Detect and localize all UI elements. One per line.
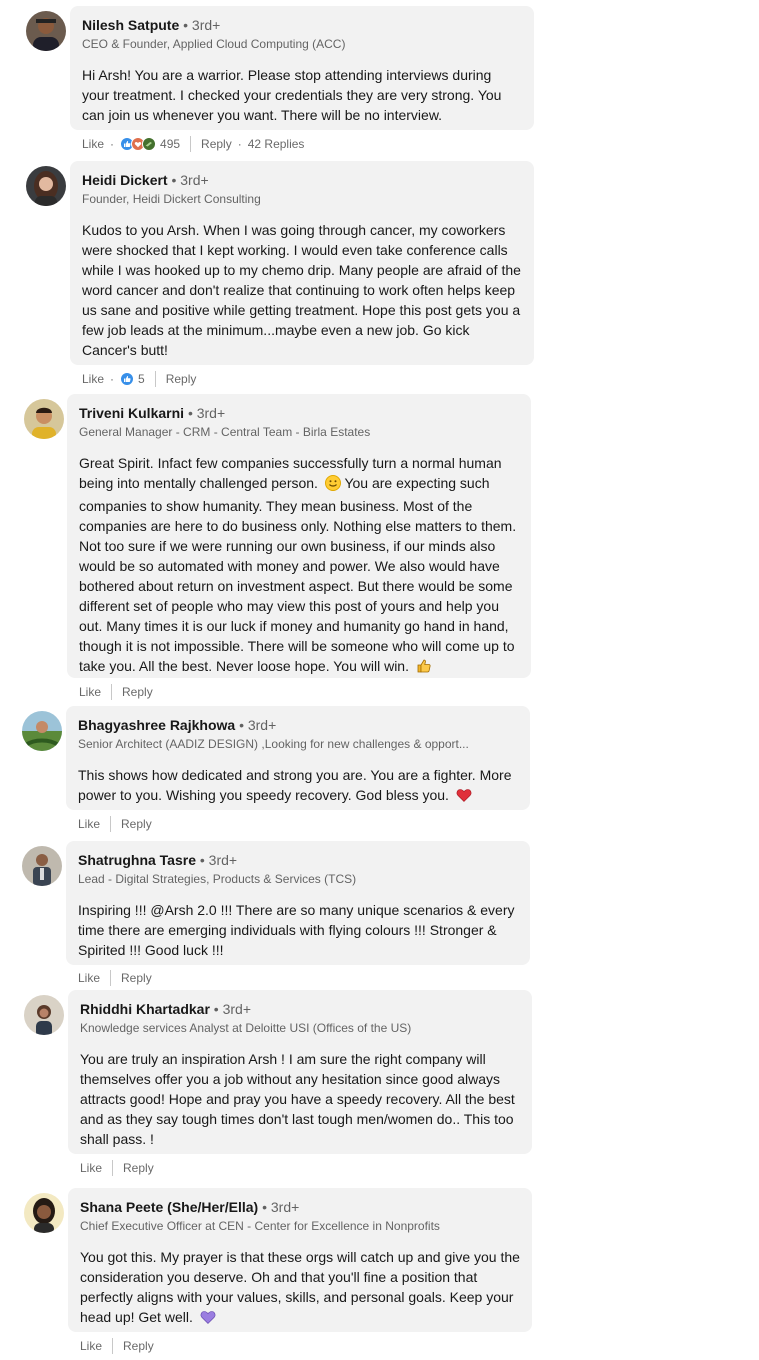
reaction-icons[interactable] bbox=[120, 137, 157, 151]
connection-degree: • 3rd+ bbox=[262, 1199, 300, 1215]
comment-actions: Like · 5 Reply bbox=[82, 371, 196, 387]
divider bbox=[112, 1160, 114, 1176]
avatar[interactable] bbox=[24, 399, 64, 439]
comment-shana-peete: Shana Peete (She/Her/Ella) • 3rd+ Chief … bbox=[0, 1186, 759, 1360]
commenter-name[interactable]: Nilesh Satpute bbox=[82, 17, 179, 33]
avatar[interactable] bbox=[22, 711, 62, 751]
like-button[interactable]: Like bbox=[78, 970, 100, 986]
commenter-headline: Lead - Digital Strategies, Products & Se… bbox=[78, 872, 357, 886]
like-reaction-icon bbox=[120, 372, 135, 386]
comment-actions: Like Reply bbox=[80, 1338, 154, 1354]
reply-button[interactable]: Reply bbox=[121, 816, 152, 832]
reply-button[interactable]: Reply bbox=[201, 136, 232, 152]
avatar[interactable] bbox=[26, 11, 66, 51]
connection-degree: • 3rd+ bbox=[213, 1001, 251, 1017]
comment-nilesh-satpute: Nilesh Satpute • 3rd+ CEO & Founder, App… bbox=[0, 0, 759, 155]
comment-text: This shows how dedicated and strong you … bbox=[78, 765, 518, 808]
commenter-name[interactable]: Shana Peete (She/Her/Ella) bbox=[80, 1199, 258, 1215]
divider bbox=[154, 371, 156, 387]
view-replies-link[interactable]: 42 Replies bbox=[248, 136, 305, 152]
avatar[interactable] bbox=[22, 846, 62, 886]
avatar[interactable] bbox=[26, 166, 66, 206]
comment-text: Kudos to you Arsh. When I was going thro… bbox=[82, 222, 521, 358]
red-heart-emoji-icon bbox=[456, 787, 472, 808]
commenter-name[interactable]: Triveni Kulkarni bbox=[79, 405, 184, 421]
separator-dot: · bbox=[110, 372, 115, 386]
comment-text: You got this. My prayer is that these or… bbox=[80, 1247, 520, 1330]
commenter-name[interactable]: Rhiddhi Khartadkar bbox=[80, 1001, 210, 1017]
comment-text: You are truly an inspiration Arsh ! I am… bbox=[80, 1051, 515, 1147]
comment-text: Hi Arsh! You are a warrior. Please stop … bbox=[82, 67, 502, 123]
comment-heidi-dickert: Heidi Dickert • 3rd+ Founder, Heidi Dick… bbox=[0, 160, 759, 390]
reply-button[interactable]: Reply bbox=[123, 1338, 154, 1354]
comment-bubble: Triveni Kulkarni • 3rd+ General Manager … bbox=[67, 394, 531, 678]
avatar[interactable] bbox=[24, 1193, 64, 1233]
comment-bubble: Bhagyashree Rajkhowa • 3rd+ Senior Archi… bbox=[66, 706, 530, 810]
smiley-emoji-icon bbox=[324, 475, 341, 496]
comment-bubble: Nilesh Satpute • 3rd+ CEO & Founder, App… bbox=[70, 6, 534, 130]
divider bbox=[190, 136, 192, 152]
connection-degree: • 3rd+ bbox=[171, 172, 209, 188]
reply-button[interactable]: Reply bbox=[123, 1160, 154, 1176]
separator-dot: · bbox=[110, 137, 115, 151]
reaction-icons[interactable] bbox=[120, 372, 135, 386]
commenter-headline: CEO & Founder, Applied Cloud Computing (… bbox=[82, 37, 346, 51]
separator-dot: · bbox=[237, 137, 242, 151]
comment-bubble: Rhiddhi Khartadkar • 3rd+ Knowledge serv… bbox=[68, 990, 532, 1154]
comment-text: Great Spirit. Infact few companies succe… bbox=[79, 453, 519, 679]
commenter-headline: Knowledge services Analyst at Deloitte U… bbox=[80, 1021, 412, 1035]
divider bbox=[110, 816, 112, 832]
commenter-headline: Founder, Heidi Dickert Consulting bbox=[82, 192, 261, 206]
divider bbox=[111, 684, 113, 700]
reply-button[interactable]: Reply bbox=[166, 371, 197, 387]
connection-degree: • 3rd+ bbox=[239, 717, 277, 733]
comment-shatrughna-tasre: Shatrughna Tasre • 3rd+ Lead - Digital S… bbox=[0, 838, 759, 988]
comment-bubble: Shana Peete (She/Her/Ella) • 3rd+ Chief … bbox=[68, 1188, 532, 1332]
comment-rhiddhi-khartadkar: Rhiddhi Khartadkar • 3rd+ Knowledge serv… bbox=[0, 988, 759, 1184]
commenter-headline: Senior Architect (AADIZ DESIGN) ,Looking… bbox=[78, 737, 469, 751]
commenter-name[interactable]: Heidi Dickert bbox=[82, 172, 168, 188]
support-reaction-icon bbox=[142, 137, 157, 151]
like-button[interactable]: Like bbox=[82, 371, 104, 387]
comment-text-part: You got this. My prayer is that these or… bbox=[80, 1249, 520, 1325]
avatar[interactable] bbox=[24, 995, 64, 1035]
reaction-count[interactable]: 5 bbox=[138, 371, 145, 387]
comment-actions: Like Reply bbox=[80, 1160, 154, 1176]
like-button[interactable]: Like bbox=[79, 684, 101, 700]
comment-text: Inspiring !!! @Arsh 2.0 !!! There are so… bbox=[78, 902, 515, 958]
thumbs-up-emoji-icon bbox=[416, 658, 432, 679]
comment-actions: Like Reply bbox=[79, 684, 153, 700]
comment-triveni-kulkarni: Triveni Kulkarni • 3rd+ General Manager … bbox=[0, 392, 759, 704]
reply-button[interactable]: Reply bbox=[122, 684, 153, 700]
connection-degree: • 3rd+ bbox=[187, 405, 226, 421]
comment-bubble: Heidi Dickert • 3rd+ Founder, Heidi Dick… bbox=[70, 161, 534, 365]
commenter-headline: General Manager - CRM - Central Team - B… bbox=[79, 425, 371, 439]
comment-actions: Like Reply bbox=[78, 816, 152, 832]
comment-text-part: This shows how dedicated and strong you … bbox=[78, 767, 512, 803]
commenter-headline: Chief Executive Officer at CEN - Center … bbox=[80, 1219, 440, 1233]
comment-bhagyashree-rajkhowa: Bhagyashree Rajkhowa • 3rd+ Senior Archi… bbox=[0, 704, 759, 838]
like-button[interactable]: Like bbox=[80, 1338, 102, 1354]
reply-button[interactable]: Reply bbox=[121, 970, 152, 986]
comment-text-part: You are expecting such companies to show… bbox=[79, 475, 517, 674]
commenter-name[interactable]: Bhagyashree Rajkhowa bbox=[78, 717, 235, 733]
purple-heart-emoji-icon bbox=[200, 1309, 216, 1330]
connection-degree: • 3rd+ bbox=[199, 852, 238, 868]
like-button[interactable]: Like bbox=[80, 1160, 102, 1176]
divider bbox=[110, 970, 112, 986]
like-button[interactable]: Like bbox=[78, 816, 100, 832]
connection-degree: • 3rd+ bbox=[183, 17, 221, 33]
commenter-name[interactable]: Shatrughna Tasre bbox=[78, 852, 196, 868]
comment-actions: Like Reply bbox=[78, 970, 152, 986]
like-button[interactable]: Like bbox=[82, 136, 104, 152]
comment-actions: Like · 495 Reply · 42 Replies bbox=[82, 136, 304, 152]
comment-bubble: Shatrughna Tasre • 3rd+ Lead - Digital S… bbox=[66, 841, 530, 965]
divider bbox=[112, 1338, 114, 1354]
reaction-count[interactable]: 495 bbox=[160, 136, 180, 152]
